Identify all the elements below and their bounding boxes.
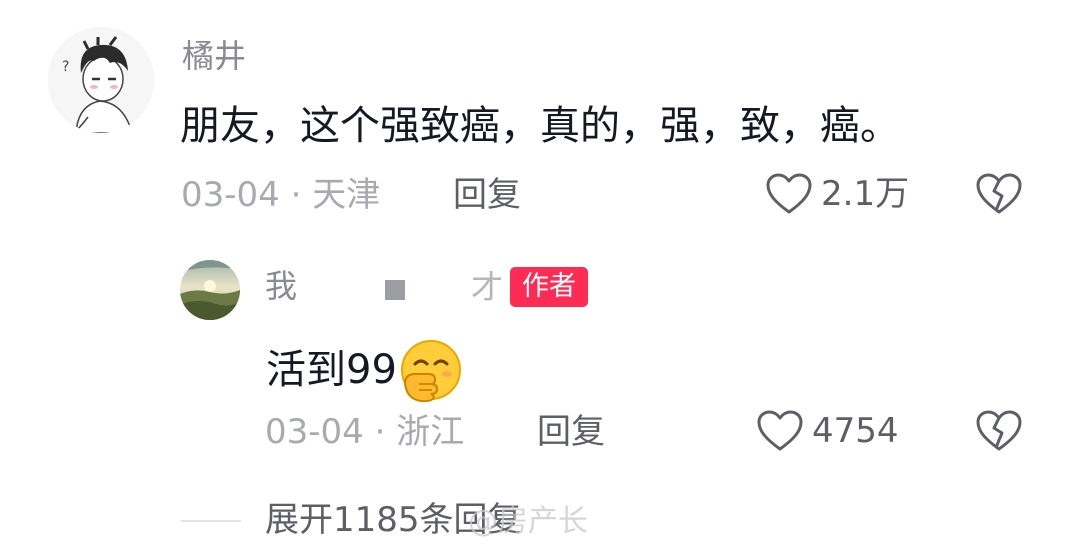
like-button[interactable]: 4754 bbox=[756, 409, 899, 453]
comment-location: 天津 bbox=[312, 175, 381, 215]
replier-username-start[interactable]: 我 bbox=[265, 270, 297, 302]
reply-location: 浙江 bbox=[396, 412, 465, 452]
meta-separator: · bbox=[279, 175, 313, 215]
commenter-avatar[interactable]: ? bbox=[48, 27, 154, 133]
cartoon-boy-avatar-icon: ? bbox=[48, 27, 154, 133]
expand-replies-button[interactable]: 展开1185条回复 bbox=[265, 503, 522, 537]
comment-date: 03-04 bbox=[181, 175, 280, 215]
heart-icon bbox=[757, 410, 803, 451]
expand-divider bbox=[181, 520, 241, 522]
reply-date: 03-04 bbox=[265, 412, 364, 452]
dislike-button[interactable] bbox=[975, 409, 1023, 453]
meta-separator: · bbox=[363, 412, 397, 452]
broken-heart-icon bbox=[976, 173, 1022, 214]
broken-heart-icon bbox=[976, 410, 1022, 451]
reply-text: 活到99 bbox=[266, 347, 397, 393]
comment-meta: 03-04 · 天津 bbox=[181, 178, 380, 212]
comment-text: 朋友，这个强致癌，真的，强，致，癌。 bbox=[180, 103, 900, 149]
replier-username-end: 才 bbox=[471, 268, 504, 306]
like-count: 4754 bbox=[812, 411, 899, 451]
author-badge: 作者 bbox=[510, 267, 588, 307]
reply-meta: 03-04 · 浙江 bbox=[265, 415, 464, 449]
like-count: 2.1万 bbox=[821, 174, 910, 214]
heart-icon bbox=[766, 173, 812, 214]
commenter-username[interactable]: 橘井 bbox=[182, 40, 246, 72]
dislike-button[interactable] bbox=[975, 172, 1023, 216]
svg-text:?: ? bbox=[62, 59, 69, 75]
reply-button[interactable]: 回复 bbox=[537, 415, 605, 449]
replier-avatar[interactable] bbox=[180, 260, 240, 320]
reply-text-row: 活到99 bbox=[266, 338, 463, 402]
like-button[interactable]: 2.1万 bbox=[765, 172, 909, 216]
landscape-avatar-icon bbox=[180, 260, 240, 320]
hand-over-mouth-emoji-icon bbox=[399, 338, 463, 402]
username-mask bbox=[385, 280, 405, 300]
reply-button[interactable]: 回复 bbox=[453, 178, 521, 212]
